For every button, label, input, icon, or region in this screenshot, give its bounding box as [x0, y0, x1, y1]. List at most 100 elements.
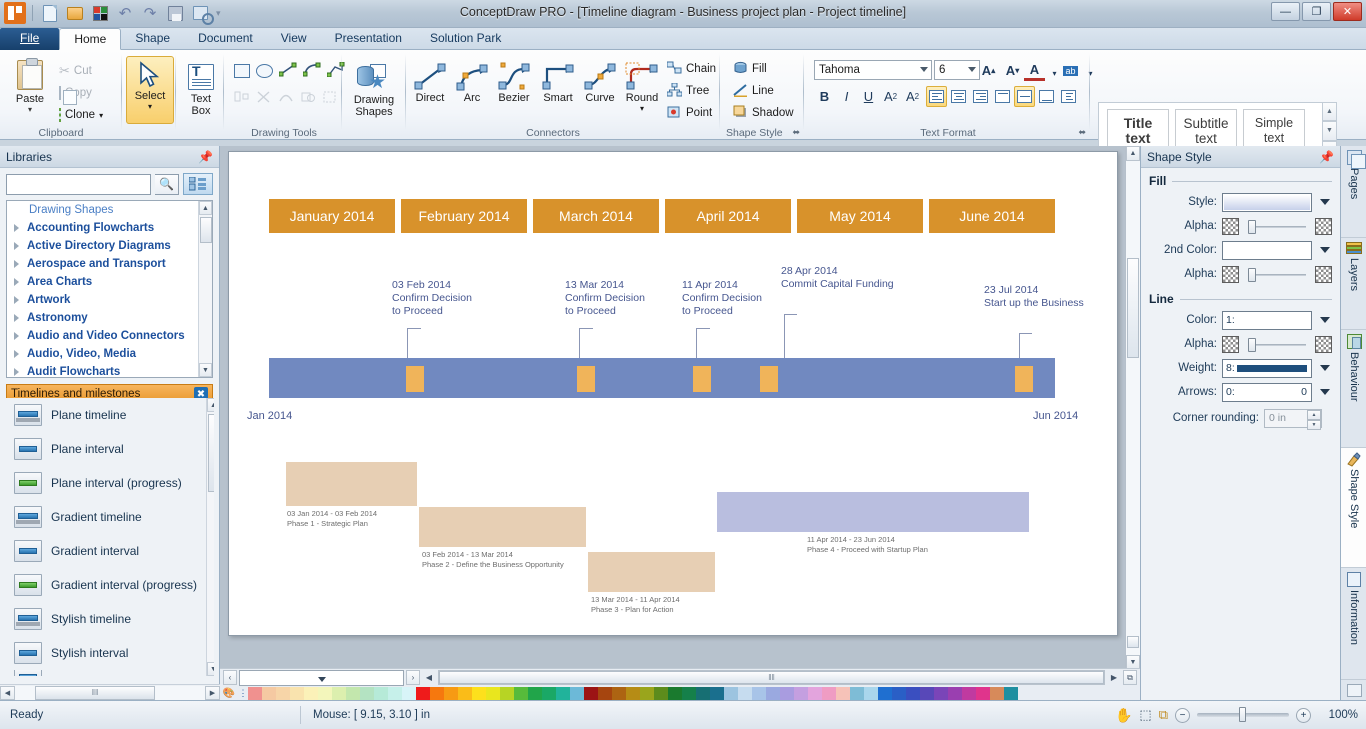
- tree-item-audio-video-media[interactable]: Audio, Video, Media: [7, 345, 212, 363]
- connector-curve-button[interactable]: Curve: [580, 60, 620, 104]
- color-swatch[interactable]: [878, 686, 892, 700]
- tab-home[interactable]: Home: [59, 28, 122, 50]
- subtract-shapes-icon[interactable]: [300, 90, 316, 107]
- font-size-combo[interactable]: 6: [934, 60, 980, 80]
- chevron-down-icon[interactable]: [1317, 360, 1332, 377]
- interval-bar-phase-1[interactable]: [286, 462, 417, 506]
- chevron-down-icon[interactable]: [1317, 242, 1332, 259]
- italic-button[interactable]: I: [836, 86, 857, 107]
- month-header-june[interactable]: June 2014: [929, 199, 1055, 233]
- line-color-combo[interactable]: 1:: [1222, 310, 1312, 330]
- scroll-left-icon[interactable]: ◀: [422, 670, 436, 685]
- milestone-label-1[interactable]: 03 Feb 2014 Confirm Decision to Proceed: [392, 279, 472, 318]
- canvas-vertical-scrollbar[interactable]: ▲ ▼: [1125, 146, 1140, 670]
- shadow-button[interactable]: Shadow: [730, 102, 797, 124]
- month-header-january[interactable]: January 2014: [269, 199, 395, 233]
- point-button[interactable]: Point: [664, 102, 715, 124]
- scroll-track[interactable]: ‖‖: [15, 685, 205, 700]
- connector-arc-button[interactable]: Arc: [452, 60, 492, 104]
- list-item[interactable]: Plane interval (progress): [6, 466, 214, 500]
- line-button[interactable]: Line: [730, 80, 777, 102]
- color-swatch[interactable]: [682, 686, 696, 700]
- color-swatch[interactable]: [612, 686, 626, 700]
- list-item[interactable]: Stylish timeline: [6, 602, 214, 636]
- color-swatch[interactable]: [472, 686, 486, 700]
- month-header-march[interactable]: March 2014: [533, 199, 659, 233]
- tab-presentation[interactable]: Presentation: [321, 28, 416, 50]
- rectangle-tool-icon[interactable]: [234, 64, 250, 78]
- chain-button[interactable]: Chain: [664, 58, 719, 80]
- shape-list-scrollbar[interactable]: ▲ ▼: [206, 398, 214, 676]
- text-box-button[interactable]: Text Box: [175, 64, 227, 117]
- fit-to-window-icon[interactable]: ⧉: [1159, 707, 1168, 723]
- color-swatch[interactable]: [402, 686, 416, 700]
- list-item[interactable]: Gradient interval: [6, 534, 214, 568]
- color-swatch[interactable]: [696, 686, 710, 700]
- scroll-thumb[interactable]: [1127, 258, 1139, 358]
- fit-page-icon[interactable]: ⧉: [1123, 670, 1137, 685]
- milestone-label-4[interactable]: 28 Apr 2014 Commit Capital Funding: [781, 265, 894, 291]
- milestone-label-5[interactable]: 23 Jul 2014 Start up the Business: [984, 284, 1084, 310]
- color-swatch[interactable]: [332, 686, 346, 700]
- color-swatch[interactable]: [318, 686, 332, 700]
- color-swatch[interactable]: [346, 686, 360, 700]
- page-selector-combo[interactable]: [239, 669, 404, 686]
- tab-file[interactable]: File: [0, 28, 60, 50]
- align-top-button[interactable]: [992, 86, 1013, 107]
- scroll-thumb[interactable]: ‖‖: [439, 671, 1104, 684]
- timeline-bar[interactable]: [269, 358, 1058, 401]
- interval-label-phase-4[interactable]: 11 Apr 2014 - 23 Jun 2014 Phase 4 - Proc…: [807, 535, 928, 555]
- union-shapes-icon[interactable]: [278, 90, 294, 107]
- align-middle-button[interactable]: [1014, 86, 1035, 107]
- color-swatch[interactable]: [570, 686, 584, 700]
- interval-bar-phase-2[interactable]: [419, 507, 586, 547]
- scroll-up-icon[interactable]: ▲: [1126, 146, 1140, 161]
- scroll-thumb[interactable]: [208, 414, 214, 492]
- chevron-down-icon[interactable]: [1317, 194, 1332, 211]
- color-swatch[interactable]: [416, 686, 430, 700]
- tree-view-icon[interactable]: [183, 173, 213, 195]
- font-name-combo[interactable]: Tahoma: [814, 60, 932, 80]
- hand-tool-icon[interactable]: ✋: [1115, 707, 1132, 724]
- color-swatch[interactable]: [262, 686, 276, 700]
- bold-button[interactable]: B: [814, 86, 835, 107]
- round-dropdown-arrow[interactable]: ▾: [622, 104, 662, 113]
- tree-item-drawing-shapes[interactable]: Drawing Shapes: [7, 201, 212, 219]
- list-item[interactable]: Gradient interval (progress): [6, 568, 214, 602]
- text-format-dialog-launcher[interactable]: ⬌: [1078, 127, 1086, 138]
- color-swatch[interactable]: [738, 686, 752, 700]
- maximize-button[interactable]: ❐: [1302, 2, 1331, 21]
- color-swatch[interactable]: [710, 686, 724, 700]
- color-swatch[interactable]: [290, 686, 304, 700]
- tab-solution-park[interactable]: Solution Park: [416, 28, 515, 50]
- dock-tab-layers[interactable]: Layers: [1341, 238, 1366, 330]
- copy-button[interactable]: Copy: [56, 82, 95, 104]
- canvas-horizontal-scrollbar[interactable]: ‖‖: [438, 670, 1105, 685]
- font-name-dropdown-arrow[interactable]: [920, 67, 928, 72]
- zoom-out-button[interactable]: −: [1175, 707, 1190, 723]
- color-palette[interactable]: 🎨 ⋮: [220, 686, 1140, 700]
- interval-bar-phase-4[interactable]: [717, 492, 1029, 532]
- align-bottom-button[interactable]: [1036, 86, 1057, 107]
- timeline-end-label[interactable]: Jun 2014: [1033, 410, 1078, 422]
- line-arrows-combo[interactable]: 0: 0: [1222, 382, 1312, 402]
- corner-rounding-spinner[interactable]: 0 in ▲ ▼: [1264, 408, 1322, 430]
- second-alpha-end-swatch[interactable]: [1315, 265, 1332, 283]
- spinner-arrows[interactable]: ▲ ▼: [1307, 409, 1321, 430]
- align-right-button[interactable]: [970, 86, 991, 107]
- color-swatch[interactable]: [626, 686, 640, 700]
- tree-button[interactable]: Tree: [664, 80, 712, 102]
- color-swatch[interactable]: [556, 686, 570, 700]
- color-swatch[interactable]: [528, 686, 542, 700]
- milestone-marker-3[interactable]: [693, 366, 711, 392]
- color-swatch[interactable]: [486, 686, 500, 700]
- shrink-font-button[interactable]: A ▾: [1002, 60, 1023, 81]
- milestone-label-2[interactable]: 13 Mar 2014 Confirm Decision to Proceed: [565, 279, 645, 318]
- gallery-scroll-up[interactable]: ▲: [1322, 102, 1337, 122]
- text-direction-button[interactable]: [1058, 86, 1079, 107]
- tree-item-aerospace-and-transport[interactable]: Aerospace and Transport: [7, 255, 212, 273]
- trim-shapes-icon[interactable]: [256, 90, 272, 107]
- fill-style-combo[interactable]: [1222, 192, 1312, 212]
- next-page-button[interactable]: ›: [406, 670, 420, 685]
- dock-tab-pages[interactable]: Pages: [1341, 146, 1366, 238]
